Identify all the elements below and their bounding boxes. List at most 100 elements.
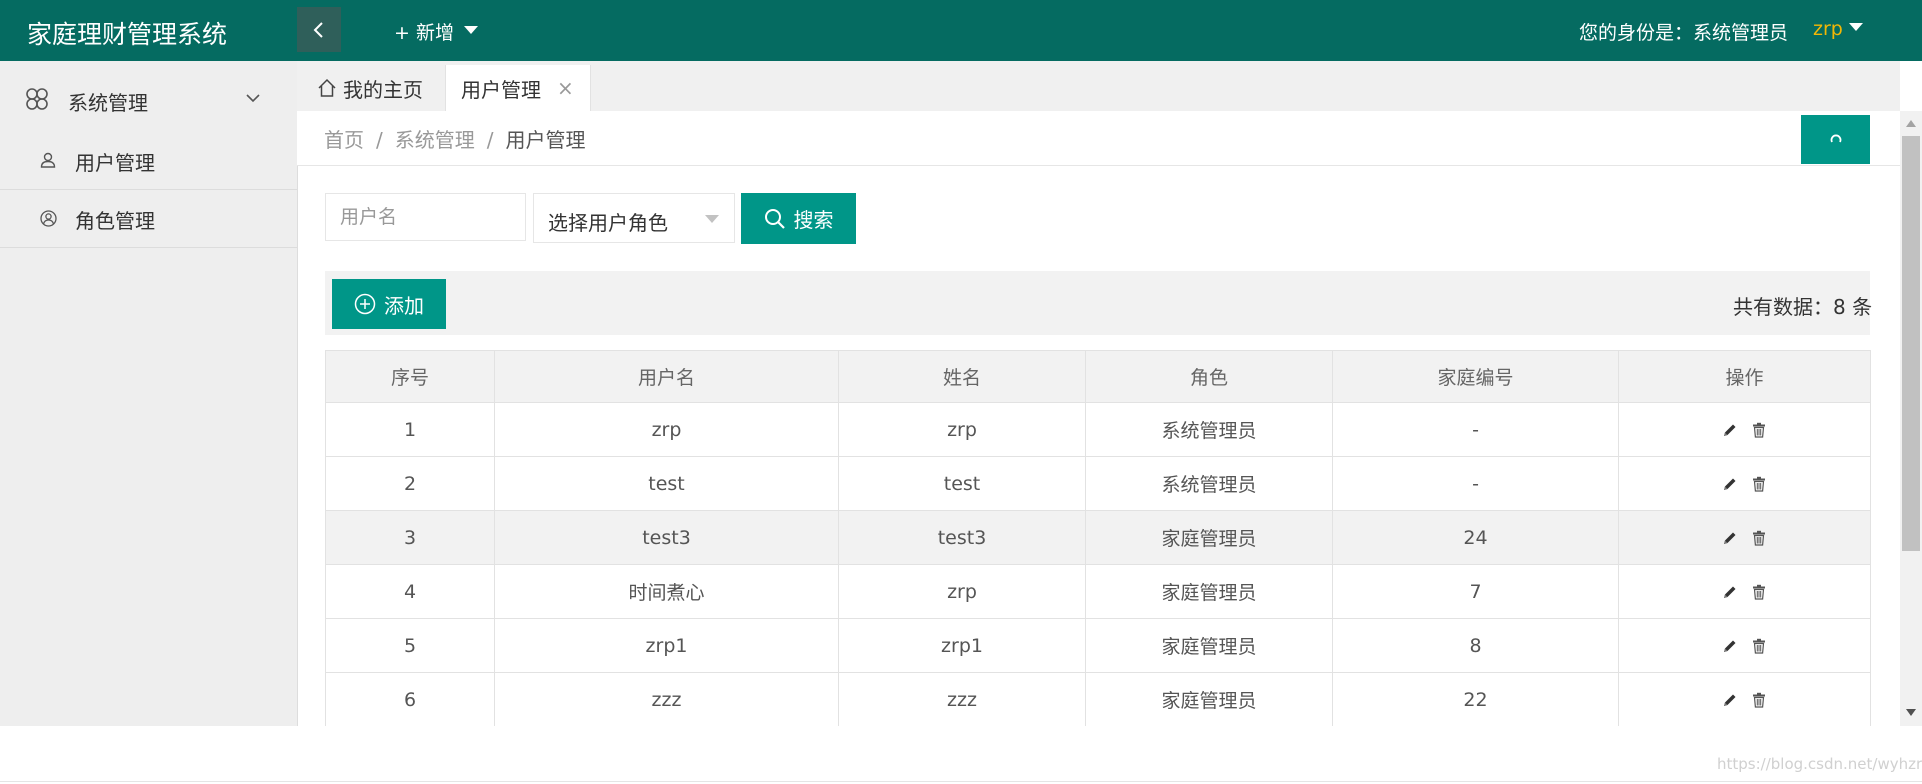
table-row[interactable]: 3 test3 test3 家庭管理员 24 bbox=[325, 510, 1871, 565]
table-cell: test bbox=[494, 456, 839, 511]
table-cell: zrp1 bbox=[838, 618, 1086, 673]
delete-icon[interactable] bbox=[1751, 584, 1767, 600]
role-select[interactable]: 选择用户角色 bbox=[533, 193, 735, 243]
edit-icon[interactable] bbox=[1722, 638, 1738, 654]
vertical-scrollbar[interactable] bbox=[1900, 111, 1922, 726]
table-row[interactable]: 1 zrp zrp 系统管理员 - bbox=[325, 402, 1871, 457]
search-button[interactable]: 搜索 bbox=[741, 193, 856, 244]
table-cell: - bbox=[1332, 402, 1619, 457]
delete-icon[interactable] bbox=[1751, 422, 1767, 438]
top-header: 家庭理财管理系统 + 新增 您的身份是：系统管理员 zrp bbox=[0, 0, 1922, 61]
row-actions bbox=[1619, 476, 1870, 492]
tab-user-management[interactable]: 用户管理 × bbox=[445, 65, 591, 111]
row-actions bbox=[1619, 638, 1870, 654]
table-row[interactable]: 5 zrp1 zrp1 家庭管理员 8 bbox=[325, 618, 1871, 673]
user-menu[interactable]: zrp bbox=[1813, 18, 1863, 40]
sidebar-group-system[interactable]: 系统管理 bbox=[0, 76, 297, 121]
sidebar-item-users[interactable]: 用户管理 bbox=[0, 132, 297, 190]
sidebar-collapse-button[interactable] bbox=[297, 7, 341, 52]
caret-down-icon bbox=[463, 25, 478, 34]
edit-icon[interactable] bbox=[1722, 530, 1738, 546]
total-count: 共有数据：8 条 bbox=[1733, 295, 1873, 319]
table-header-row: 序号 用户名 姓名 角色 家庭编号 操作 bbox=[325, 350, 1871, 403]
role-select-value: 选择用户角色 bbox=[548, 211, 668, 235]
table-row[interactable]: 6 zzz zzz 家庭管理员 22 bbox=[325, 672, 1871, 726]
breadcrumb-separator: / bbox=[376, 128, 383, 152]
table-cell: zrp bbox=[838, 402, 1086, 457]
edit-icon[interactable] bbox=[1722, 422, 1738, 438]
refresh-button[interactable] bbox=[1801, 115, 1870, 164]
tab-bar: 我的主页 用户管理 × bbox=[297, 61, 1900, 112]
table-row[interactable]: 2 test test 系统管理员 - bbox=[325, 456, 1871, 511]
table-cell: 3 bbox=[325, 510, 495, 565]
table-cell: 6 bbox=[325, 672, 495, 726]
search-icon bbox=[764, 208, 785, 229]
sidebar-item-roles[interactable]: 角色管理 bbox=[0, 190, 297, 248]
edit-icon[interactable] bbox=[1722, 584, 1738, 600]
table-cell: test3 bbox=[494, 510, 839, 565]
table-cell: 24 bbox=[1332, 510, 1619, 565]
breadcrumb-item-home[interactable]: 首页 bbox=[324, 128, 364, 152]
table-cell: 1 bbox=[325, 402, 495, 457]
row-actions bbox=[1619, 422, 1870, 438]
delete-icon[interactable] bbox=[1751, 638, 1767, 654]
edit-icon[interactable] bbox=[1722, 692, 1738, 708]
table-cell: zzz bbox=[838, 672, 1086, 726]
table-cell-actions bbox=[1618, 672, 1871, 726]
scrollbar-thumb[interactable] bbox=[1902, 136, 1920, 551]
table-cell-actions bbox=[1618, 510, 1871, 565]
delete-icon[interactable] bbox=[1751, 476, 1767, 492]
table-cell: 家庭管理员 bbox=[1085, 510, 1333, 565]
tab-label: 用户管理 bbox=[461, 77, 541, 102]
delete-icon[interactable] bbox=[1751, 692, 1767, 708]
table-cell: zrp1 bbox=[494, 618, 839, 673]
scroll-up-arrow-icon[interactable] bbox=[1906, 120, 1916, 127]
bottom-divider bbox=[0, 781, 1922, 782]
add-new-menu[interactable]: + 新增 bbox=[394, 18, 478, 45]
delete-icon[interactable] bbox=[1751, 530, 1767, 546]
scroll-down-arrow-icon[interactable] bbox=[1906, 709, 1916, 716]
column-header: 序号 bbox=[325, 350, 495, 403]
table-cell: 22 bbox=[1332, 672, 1619, 726]
table-cell: 7 bbox=[1332, 564, 1619, 619]
column-header: 姓名 bbox=[838, 350, 1086, 403]
add-user-button[interactable]: 添加 bbox=[332, 279, 446, 329]
table-cell: 5 bbox=[325, 618, 495, 673]
breadcrumb-bar: 首页 / 系统管理 / 用户管理 bbox=[297, 111, 1900, 166]
refresh-icon bbox=[1830, 134, 1841, 142]
table-cell: test bbox=[838, 456, 1086, 511]
table-row[interactable]: 4 时间煮心 zrp 家庭管理员 7 bbox=[325, 564, 1871, 619]
table-cell: zrp bbox=[838, 564, 1086, 619]
plus-circle-icon bbox=[354, 293, 376, 315]
table-cell: 4 bbox=[325, 564, 495, 619]
table-cell: 家庭管理员 bbox=[1085, 618, 1333, 673]
table-cell: zzz bbox=[494, 672, 839, 726]
column-header: 操作 bbox=[1618, 350, 1871, 403]
close-icon[interactable]: × bbox=[557, 76, 574, 100]
username-search-input[interactable] bbox=[325, 193, 526, 241]
row-actions bbox=[1619, 584, 1870, 600]
table-cell-actions bbox=[1618, 564, 1871, 619]
table-cell: zrp bbox=[494, 402, 839, 457]
add-new-label: + 新增 bbox=[394, 22, 454, 44]
app-logo: 家庭理财管理系统 bbox=[27, 20, 228, 49]
breadcrumb: 首页 / 系统管理 / 用户管理 bbox=[324, 124, 586, 153]
user-icon bbox=[40, 152, 56, 168]
search-button-label: 搜索 bbox=[793, 208, 834, 232]
table-cell-actions bbox=[1618, 618, 1871, 673]
table-cell: 家庭管理员 bbox=[1085, 672, 1333, 726]
chevron-down-icon bbox=[246, 94, 260, 103]
chevron-left-icon bbox=[313, 21, 323, 38]
breadcrumb-item-system[interactable]: 系统管理 bbox=[395, 128, 475, 152]
row-actions bbox=[1619, 692, 1870, 708]
watermark: https://blog.csdn.net/wyhzrp bbox=[1717, 755, 1922, 773]
table-cell: 系统管理员 bbox=[1085, 402, 1333, 457]
column-header: 用户名 bbox=[494, 350, 839, 403]
table-cell: 系统管理员 bbox=[1085, 456, 1333, 511]
table-cell: 2 bbox=[325, 456, 495, 511]
table-cell-actions bbox=[1618, 456, 1871, 511]
table-cell: - bbox=[1332, 456, 1619, 511]
edit-icon[interactable] bbox=[1722, 476, 1738, 492]
user-name: zrp bbox=[1813, 18, 1843, 40]
tab-home[interactable]: 我的主页 bbox=[317, 65, 423, 111]
